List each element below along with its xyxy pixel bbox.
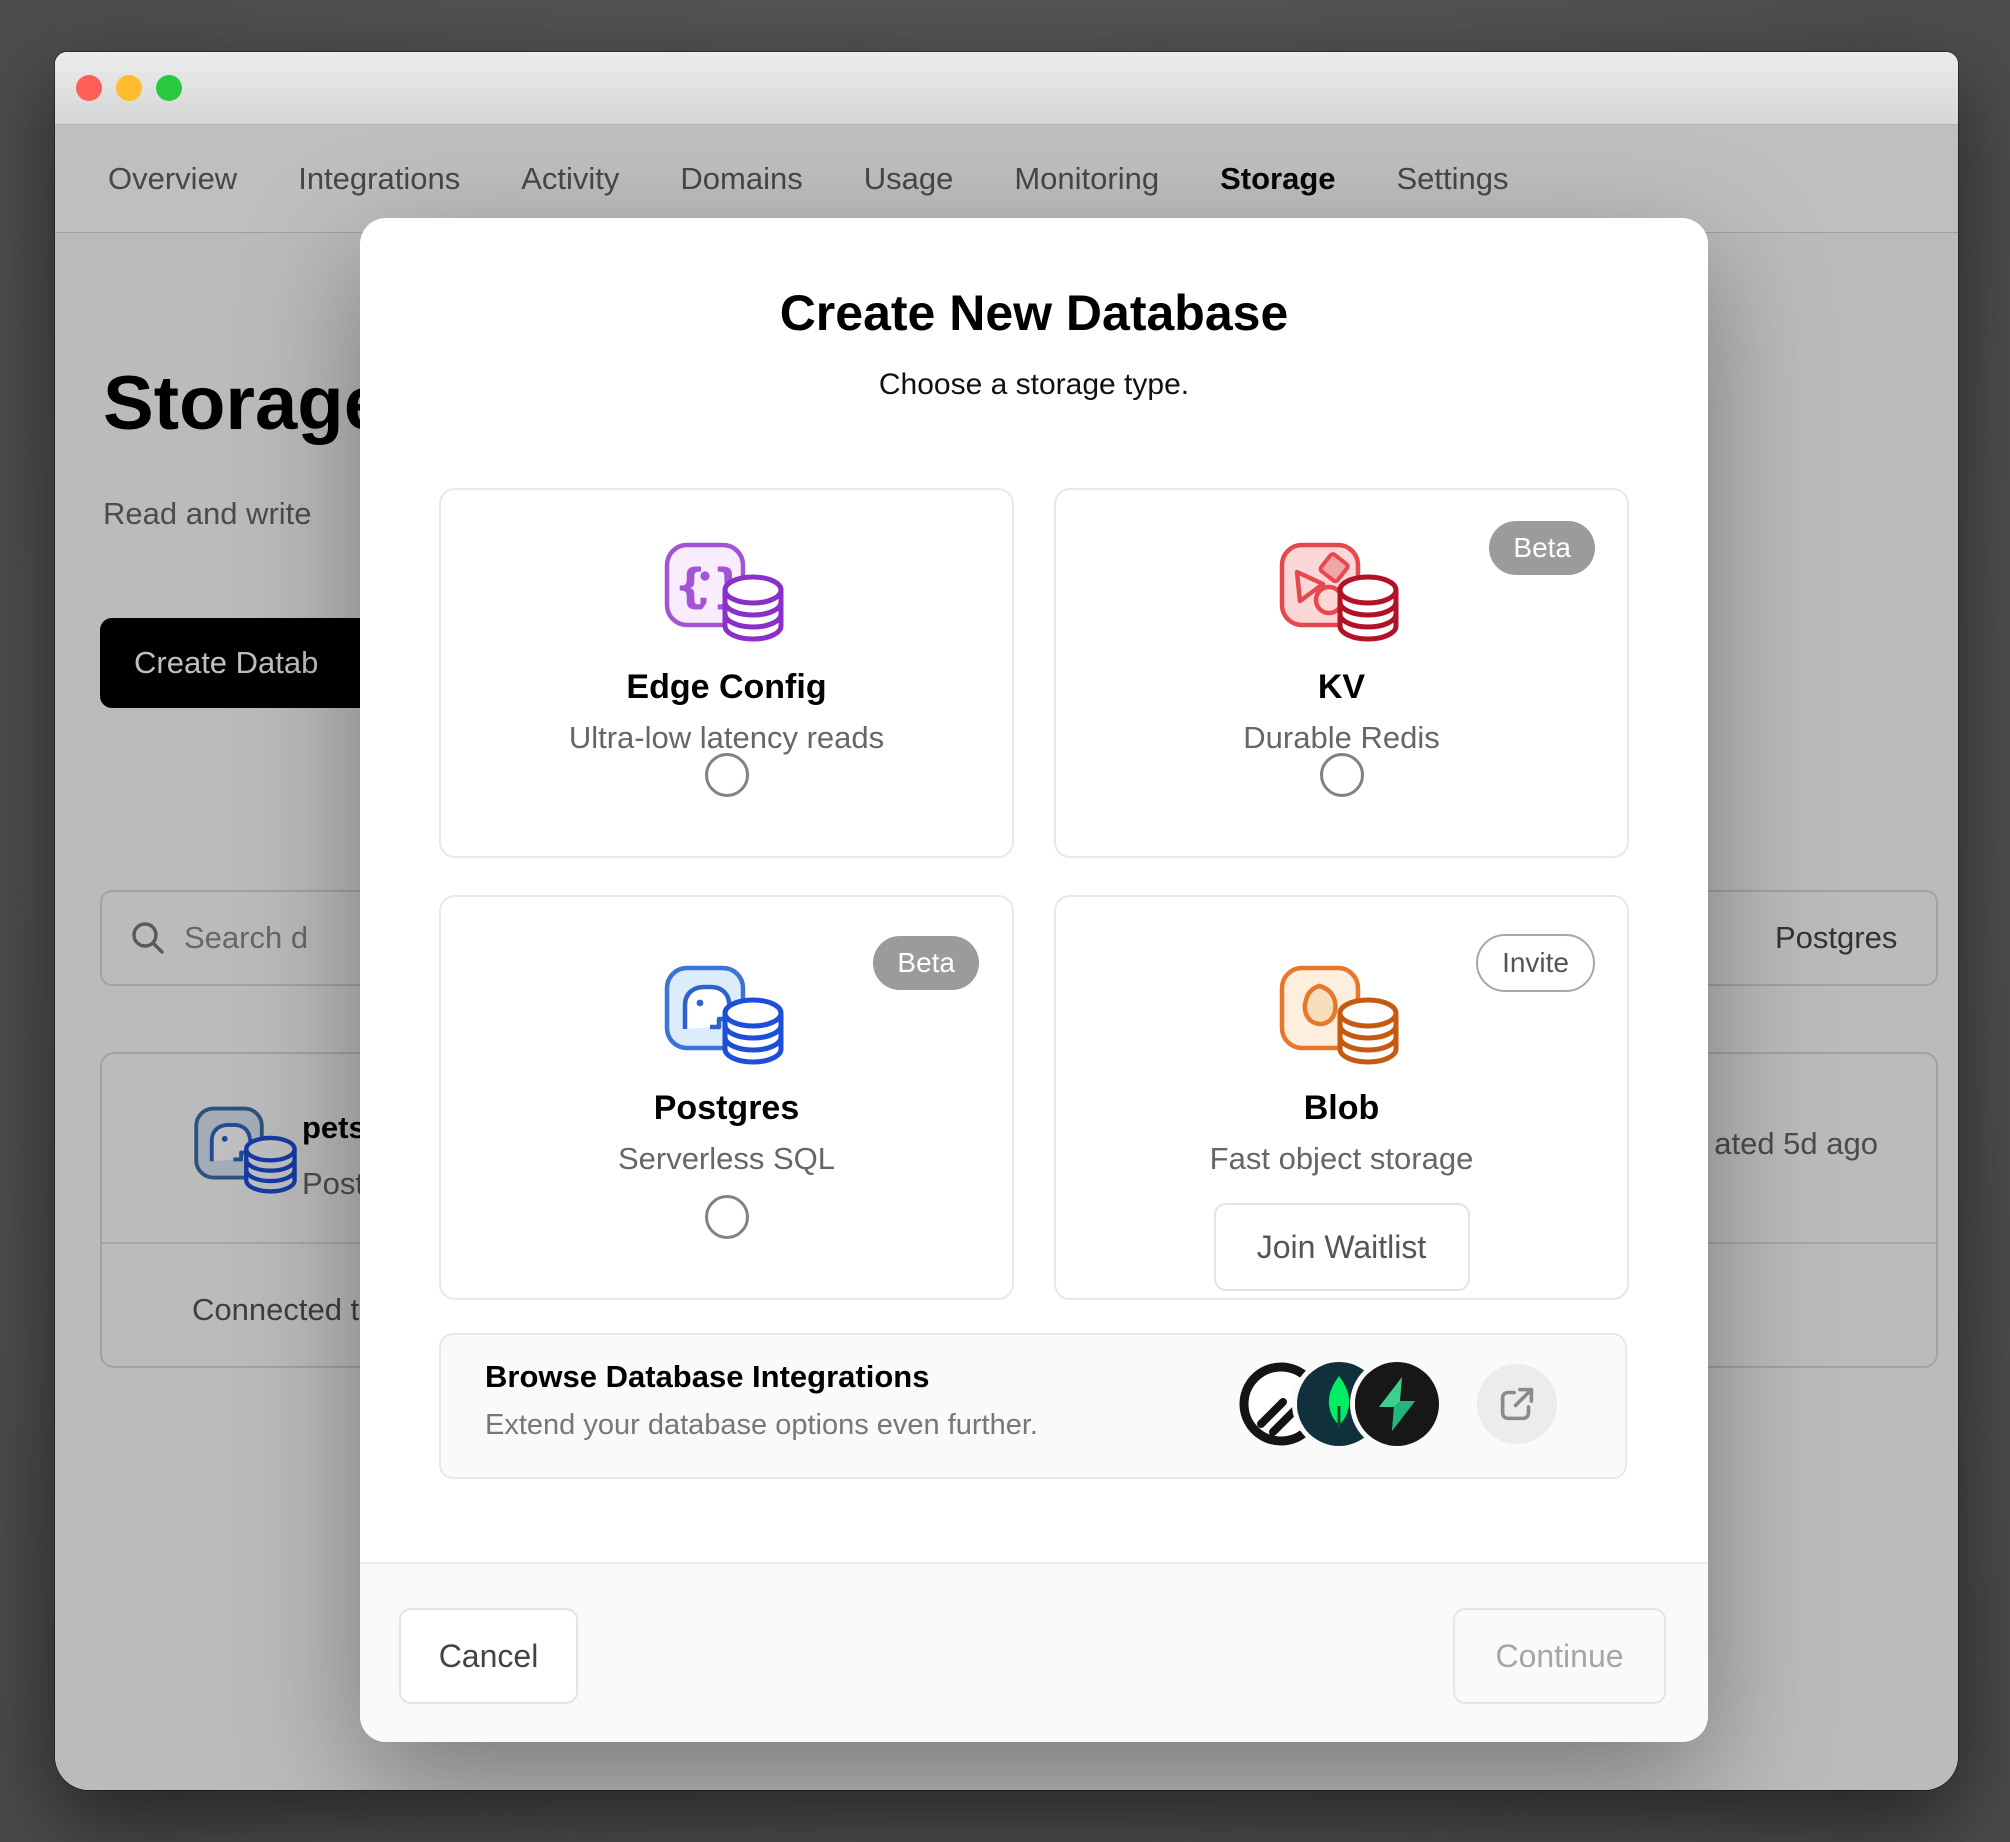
modal-title: Create New Database — [779, 285, 1289, 341]
postgres-beta-badge: Beta — [873, 936, 979, 990]
create-database-modal: Create New Database Choose a storage typ… — [360, 218, 1708, 1742]
close-window-button[interactable] — [76, 75, 102, 101]
open-integrations-button[interactable] — [1477, 1364, 1557, 1444]
postgres-radio[interactable] — [704, 1195, 749, 1239]
supabase-logo — [1355, 1362, 1439, 1446]
postgres-icon — [664, 965, 790, 1072]
macos-window: Overview Integrations Activity Domains U… — [55, 52, 1958, 1790]
card-description-kv: Durable Redis — [1243, 720, 1440, 755]
window-titlebar — [55, 52, 1958, 125]
card-title-edge-config: Edge Config — [626, 668, 827, 706]
card-description-edge-config: Ultra-low latency reads — [568, 720, 885, 755]
cancel-button[interactable]: Cancel — [399, 1608, 578, 1704]
integrations-title: Browse Database Integrations — [485, 1359, 930, 1394]
card-description-postgres: Serverless SQL — [617, 1141, 836, 1176]
storage-option-edge-config[interactable]: { } , Edge Config Ultra-low latency read… — [439, 488, 1014, 858]
integrations-subtitle: Extend your database options even furthe… — [485, 1409, 1038, 1441]
join-waitlist-button[interactable]: Join Waitlist — [1213, 1203, 1470, 1291]
screenshot-root: Overview Integrations Activity Domains U… — [0, 0, 2010, 1842]
svg-text:,: , — [697, 573, 710, 613]
external-link-icon — [1500, 1387, 1534, 1421]
card-title-postgres: Postgres — [653, 1089, 800, 1127]
modal-subtitle: Choose a storage type. — [878, 368, 1190, 401]
kv-beta-badge: Beta — [1489, 521, 1595, 575]
modal-footer: Cancel Continue — [360, 1562, 1708, 1742]
traffic-lights — [76, 75, 182, 101]
kv-radio[interactable] — [1319, 753, 1364, 797]
card-description-blob: Fast object storage — [1209, 1141, 1474, 1176]
card-title-blob: Blob — [1303, 1089, 1380, 1127]
edge-config-icon: { } , — [664, 542, 790, 649]
minimize-window-button[interactable] — [116, 75, 142, 101]
storage-option-postgres[interactable]: Beta Postgres Serverless SQL — [439, 895, 1014, 1300]
zoom-window-button[interactable] — [156, 75, 182, 101]
storage-option-blob[interactable]: Invite Blob Fast object storage Join Wai… — [1054, 895, 1629, 1300]
card-title-kv: KV — [1317, 668, 1366, 706]
blob-invite-badge: Invite — [1476, 934, 1595, 992]
browse-integrations-row[interactable]: Browse Database Integrations Extend your… — [439, 1333, 1627, 1479]
edge-config-radio[interactable] — [704, 753, 749, 797]
storage-option-kv[interactable]: Beta KV Durable Redis — [1054, 488, 1629, 858]
kv-redis-icon — [1279, 542, 1405, 649]
blob-icon — [1279, 965, 1405, 1072]
continue-button[interactable]: Continue — [1453, 1608, 1666, 1704]
